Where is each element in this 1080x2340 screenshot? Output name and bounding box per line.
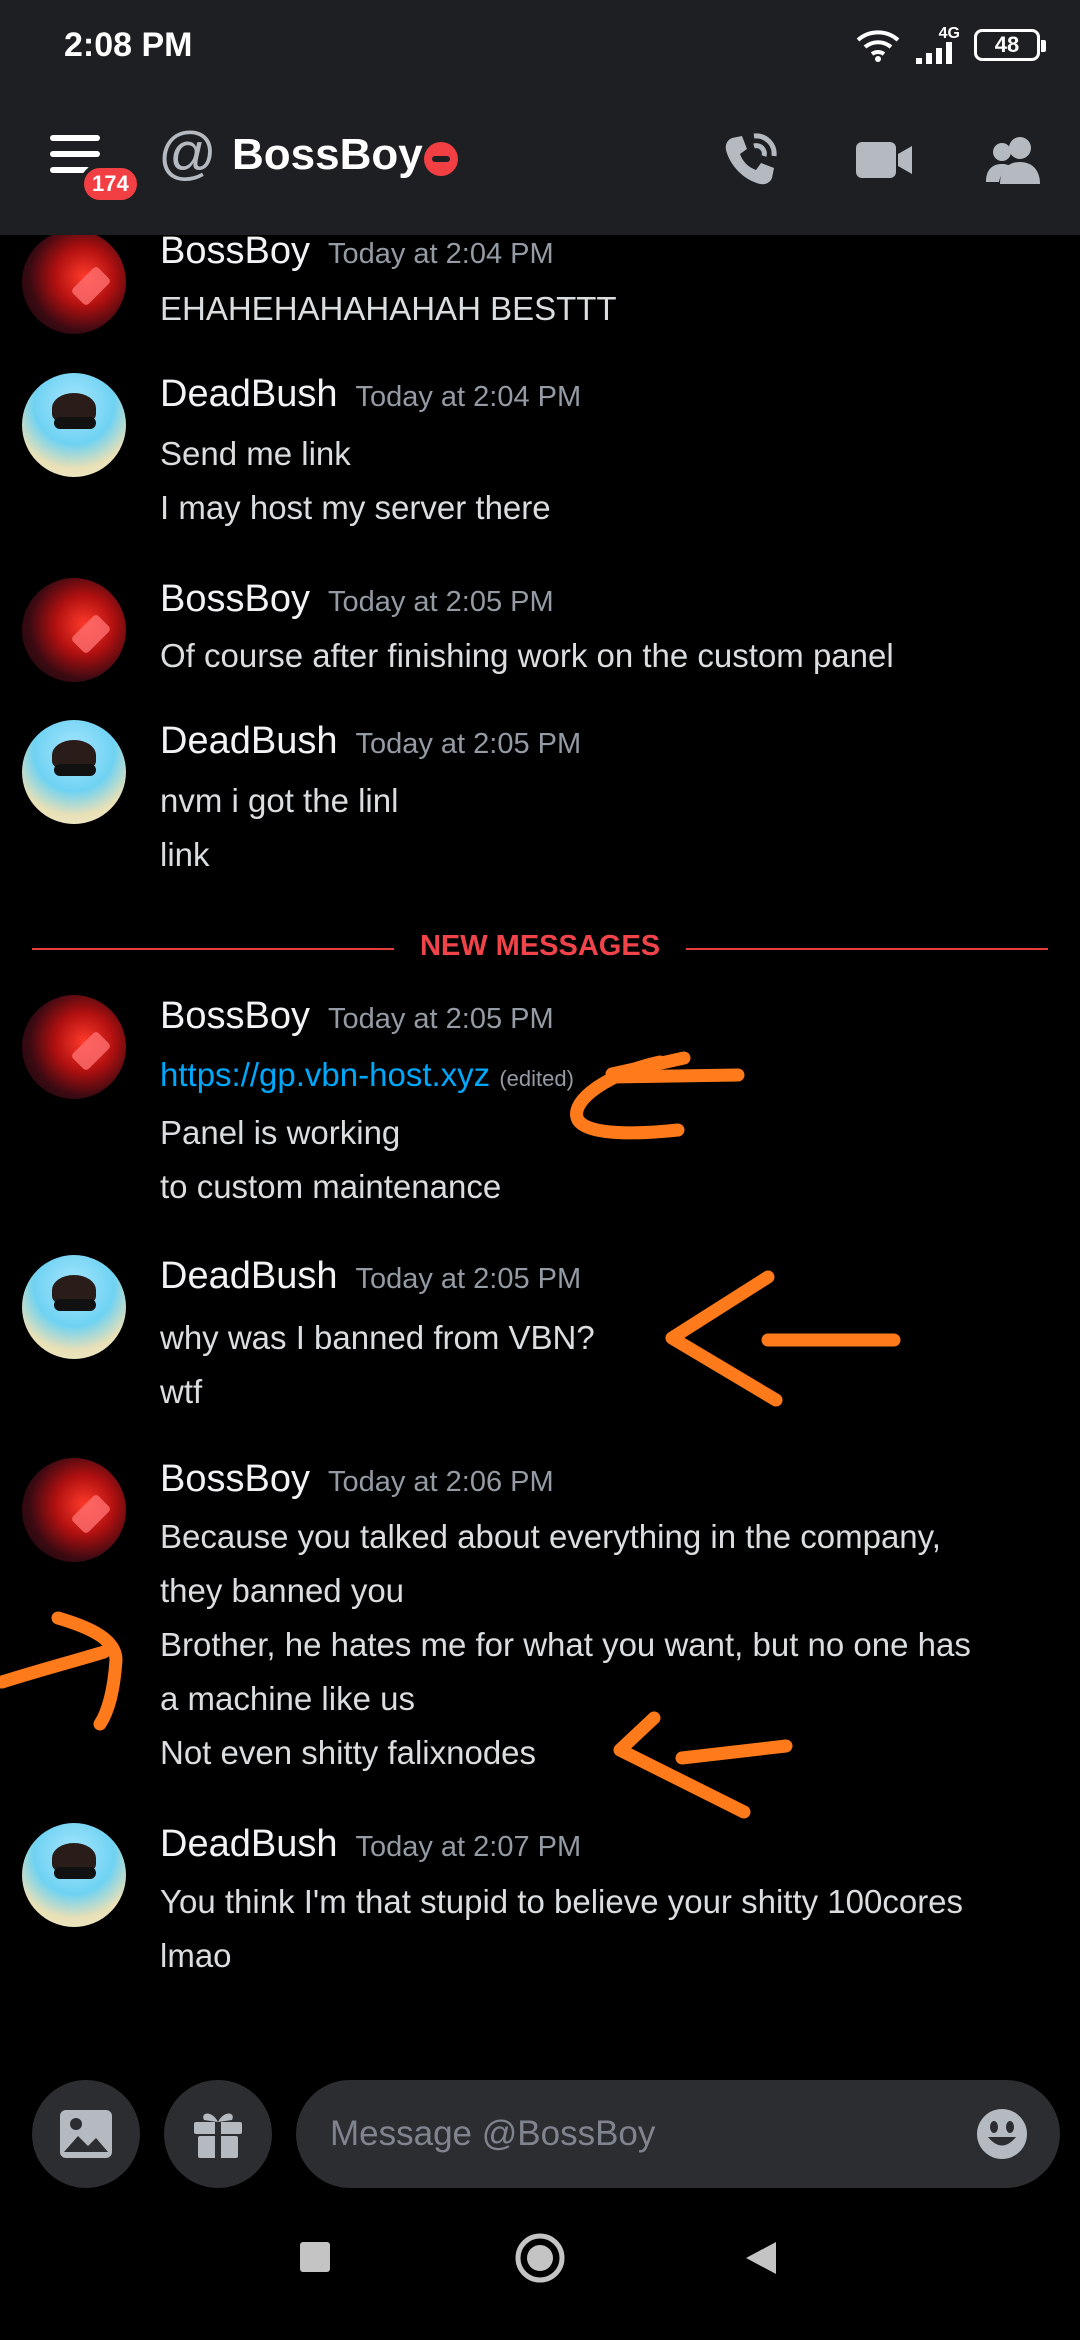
message-timestamp: Today at 2:05 PM — [355, 728, 582, 760]
message-line: link — [160, 836, 210, 873]
message-line: Of course after finishing work on the cu… — [160, 637, 894, 674]
gift-icon — [194, 2113, 242, 2158]
status-bar: 2:08 PM 4G 48 — [0, 0, 1080, 80]
message-line: Panel is working — [160, 1114, 401, 1151]
divider-line — [32, 948, 394, 950]
message-timestamp: Today at 2:04 PM — [327, 238, 554, 270]
avatar[interactable] — [22, 235, 126, 334]
channel-title[interactable]: BossBoy — [232, 130, 423, 180]
avatar[interactable] — [22, 1823, 126, 1927]
emoji-icon[interactable] — [976, 2108, 1028, 2160]
message-timestamp: Today at 2:05 PM — [327, 1003, 554, 1035]
message-timestamp: Today at 2:05 PM — [327, 586, 554, 618]
message-line: Brother, he hates me for what you want, … — [160, 1626, 971, 1663]
message-line: nvm i got the linl — [160, 782, 399, 819]
message-line: a machine like us — [160, 1680, 415, 1717]
message-line: You think I'm that stupid to believe you… — [160, 1883, 964, 1920]
message-author[interactable]: DeadBush — [160, 720, 337, 763]
message-author[interactable]: BossBoy — [160, 995, 310, 1038]
square-icon[interactable] — [298, 2240, 332, 2274]
message-author[interactable]: DeadBush — [160, 1823, 337, 1866]
message-author[interactable]: BossBoy — [160, 578, 310, 621]
message-timestamp: Today at 2:04 PM — [355, 381, 582, 413]
message-placeholder: Message @BossBoy — [330, 2114, 656, 2153]
message-author[interactable]: BossBoy — [160, 235, 310, 273]
cell-signal: 4G — [916, 26, 960, 64]
message-line: they banned you — [160, 1572, 405, 1609]
do-not-disturb-icon — [424, 142, 458, 176]
signal-icon — [916, 42, 952, 64]
message-author[interactable]: DeadBush — [160, 373, 337, 416]
message-line: to custom maintenance — [160, 1168, 502, 1205]
gift-button[interactable] — [164, 2080, 272, 2188]
edited-tag: (edited) — [499, 1066, 574, 1091]
avatar[interactable] — [22, 1458, 126, 1562]
message-line: EHAHEHAHAHAHAH BESTTT — [160, 290, 617, 327]
avatar[interactable] — [22, 578, 126, 682]
image-icon — [60, 2110, 112, 2158]
message-list[interactable]: BossBoy Today at 2:04 PM EHAHEHAHAHAHAH B… — [0, 235, 1080, 2060]
message-timestamp: Today at 2:05 PM — [355, 1263, 582, 1295]
circle-icon[interactable] — [514, 2232, 566, 2284]
message-link[interactable]: https://gp.vbn-host.xyz — [160, 1056, 490, 1093]
status-icons: 4G 48 — [854, 26, 1046, 64]
new-messages-divider: NEW MESSAGES — [32, 928, 1048, 968]
status-time: 2:08 PM — [64, 26, 193, 64]
message-author[interactable]: BossBoy — [160, 1458, 310, 1501]
message-input[interactable]: Message @BossBoy — [296, 2080, 1060, 2188]
phone-call-icon[interactable] — [718, 128, 782, 192]
message-line: lmao — [160, 1937, 232, 1974]
video-camera-icon[interactable] — [852, 128, 916, 192]
divider-line — [686, 948, 1048, 950]
message-line: wtf — [160, 1373, 203, 1410]
at-sign-icon: @ — [158, 121, 217, 186]
wifi-icon — [856, 30, 900, 62]
avatar[interactable] — [22, 373, 126, 477]
avatar[interactable] — [22, 995, 126, 1099]
message-line: Send me link — [160, 435, 351, 472]
message-line: Not even shitty falixnodes — [160, 1734, 537, 1771]
avatar[interactable] — [22, 720, 126, 824]
system-nav-bar — [0, 2200, 1080, 2340]
unread-badge: 174 — [80, 164, 141, 204]
message-timestamp: Today at 2:07 PM — [355, 1831, 582, 1863]
message-timestamp: Today at 2:06 PM — [327, 1466, 554, 1498]
message-line: I may host my server there — [160, 489, 551, 526]
members-icon[interactable] — [982, 128, 1046, 192]
message-line: why was I banned from VBN? — [160, 1319, 595, 1356]
message-author[interactable]: DeadBush — [160, 1255, 337, 1298]
dm-header: 174 @ BossBoy — [0, 80, 1080, 235]
battery-indicator: 48 — [974, 29, 1046, 61]
message-composer: Message @BossBoy — [0, 2060, 1080, 2200]
image-upload-button[interactable] — [32, 2080, 140, 2188]
triangle-back-icon[interactable] — [744, 2240, 778, 2276]
message-line: Because you talked about everything in t… — [160, 1518, 941, 1555]
new-messages-label: NEW MESSAGES — [419, 930, 661, 962]
network-type: 4G — [938, 25, 960, 42]
avatar[interactable] — [22, 1255, 126, 1359]
